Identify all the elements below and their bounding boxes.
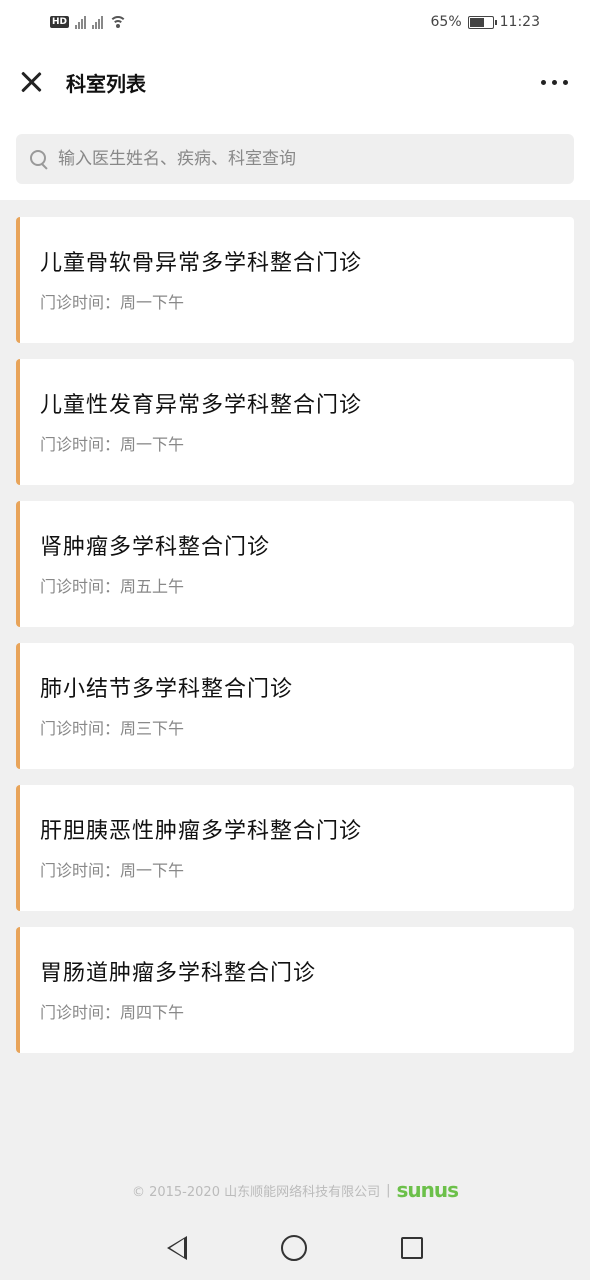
company-logo: sunus — [396, 1178, 459, 1202]
department-name: 胃肠道肿瘤多学科整合门诊 — [40, 961, 317, 986]
department-card[interactable]: 儿童性发育异常多学科整合门诊 门诊时间：周一下午 — [16, 359, 574, 485]
status-bar-right: 65% 11:23 — [431, 14, 540, 30]
divider: | — [386, 1182, 391, 1198]
clinic-time-value: 周五上午 — [120, 577, 185, 596]
back-icon[interactable] — [167, 1235, 187, 1260]
clinic-time-label: 门诊时间： — [40, 719, 121, 738]
clinic-time-value: 周四下午 — [120, 1003, 185, 1022]
home-icon[interactable] — [281, 1234, 307, 1261]
clinic-time-value: 周一下午 — [120, 861, 185, 880]
dot-icon — [552, 79, 557, 85]
department-name: 儿童骨软骨异常多学科整合门诊 — [40, 251, 363, 276]
clinic-time-label: 门诊时间： — [40, 577, 121, 596]
search-section — [0, 120, 590, 200]
page-title: 科室列表 — [66, 71, 146, 96]
clinic-time-label: 门诊时间： — [40, 861, 121, 880]
copyright-text: © 2015-2020 山东顺能网络科技有限公司 — [131, 1184, 381, 1200]
dot-icon — [563, 79, 568, 85]
clock: 11:23 — [499, 14, 540, 30]
more-options-button[interactable] — [537, 70, 572, 95]
department-list: 儿童骨软骨异常多学科整合门诊 门诊时间：周一下午 儿童性发育异常多学科整合门诊 … — [16, 217, 574, 1053]
department-card[interactable]: 胃肠道肿瘤多学科整合门诊 门诊时间：周四下午 — [16, 927, 574, 1053]
department-card[interactable]: 肺小结节多学科整合门诊 门诊时间：周三下午 — [16, 643, 574, 769]
system-nav-bar — [0, 1215, 590, 1280]
signal-4g-icon — [75, 15, 87, 29]
clinic-time-value: 周一下午 — [120, 435, 185, 454]
recent-apps-icon[interactable] — [401, 1236, 423, 1259]
department-name: 肺小结节多学科整合门诊 — [40, 677, 294, 702]
clinic-time-value: 周一下午 — [120, 293, 185, 312]
department-card[interactable]: 儿童骨软骨异常多学科整合门诊 门诊时间：周一下午 — [16, 217, 574, 343]
signal-icon — [92, 15, 104, 29]
search-input[interactable] — [58, 149, 574, 169]
dot-icon — [541, 79, 546, 85]
clinic-time: 门诊时间：周三下午 — [40, 715, 574, 739]
battery-percent: 65% — [430, 14, 462, 30]
hd-icon: HD — [50, 16, 70, 28]
clinic-time-label: 门诊时间： — [40, 435, 121, 454]
department-name: 儿童性发育异常多学科整合门诊 — [40, 393, 363, 418]
clinic-time-label: 门诊时间： — [40, 293, 121, 312]
search-bar[interactable] — [16, 134, 574, 184]
status-bar: HD 65% 11:23 — [0, 0, 590, 44]
clinic-time: 门诊时间：周一下午 — [40, 289, 574, 313]
status-bar-left: HD — [50, 15, 128, 29]
clinic-time: 门诊时间：周五上午 — [40, 573, 574, 597]
wifi-icon — [109, 15, 128, 29]
clinic-time-value: 周三下午 — [120, 719, 185, 738]
department-card[interactable]: 肝胆胰恶性肿瘤多学科整合门诊 门诊时间：周一下午 — [16, 785, 574, 911]
footer: © 2015-2020 山东顺能网络科技有限公司 | sunus — [0, 1176, 590, 1204]
department-name: 肝胆胰恶性肿瘤多学科整合门诊 — [40, 819, 363, 844]
title-bar: 科室列表 — [0, 44, 590, 120]
clinic-time: 门诊时间：周四下午 — [40, 999, 574, 1023]
department-name: 肾肿瘤多学科整合门诊 — [40, 535, 271, 560]
department-card[interactable]: 肾肿瘤多学科整合门诊 门诊时间：周五上午 — [16, 501, 574, 627]
battery-icon — [467, 15, 497, 29]
clinic-time: 门诊时间：周一下午 — [40, 431, 574, 455]
clinic-time: 门诊时间：周一下午 — [40, 857, 574, 881]
close-icon[interactable] — [18, 69, 44, 95]
clinic-time-label: 门诊时间： — [40, 1003, 121, 1022]
search-icon — [28, 148, 50, 170]
